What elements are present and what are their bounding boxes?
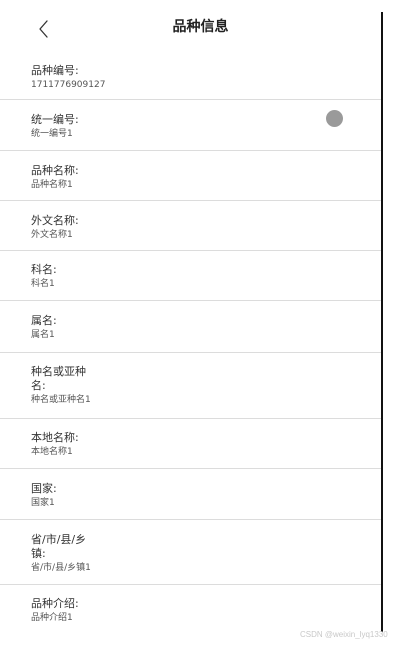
field-label: 科名: xyxy=(31,263,57,276)
field-row-family: 科名: 科名1 xyxy=(0,251,381,301)
field-row-country: 国家: 国家1 xyxy=(0,469,381,520)
field-value: 1711776909127 xyxy=(31,80,106,90)
field-value: 品种名称1 xyxy=(31,180,73,190)
field-value: 属名1 xyxy=(31,330,55,340)
field-label: 属名: xyxy=(31,314,57,327)
field-label: 品种编号: xyxy=(31,64,79,77)
field-row-region: 省/市/县/乡 镇: 省/市/县/乡镇1 xyxy=(0,520,381,585)
floating-dot-button[interactable] xyxy=(326,110,343,127)
field-value: 品种介绍1 xyxy=(31,613,73,623)
field-value: 国家1 xyxy=(31,498,55,508)
field-label: 统一编号: xyxy=(31,113,79,126)
field-label: 国家: xyxy=(31,482,57,495)
page-title: 品种信息 xyxy=(172,19,229,35)
header-bar: 品种信息 xyxy=(0,0,381,55)
field-row-local-name: 本地名称: 本地名称1 xyxy=(0,419,381,469)
field-value: 种名或亚种名1 xyxy=(31,395,91,405)
field-label: 品种介绍: xyxy=(31,597,79,610)
field-label: 本地名称: xyxy=(31,431,79,444)
field-row-genus: 属名: 属名1 xyxy=(0,301,381,353)
field-row-foreign-name: 外文名称: 外文名称1 xyxy=(0,201,381,251)
field-value: 省/市/县/乡镇1 xyxy=(31,563,91,573)
field-row-variety-name: 品种名称: 品种名称1 xyxy=(0,151,381,201)
field-value: 统一编号1 xyxy=(31,129,73,139)
screen-edge xyxy=(381,12,383,632)
page: 品种信息 品种编号: 1711776909127 统一编号: 统一编号1 品种名… xyxy=(0,0,410,647)
chevron-left-icon xyxy=(39,20,48,38)
field-value: 外文名称1 xyxy=(31,230,73,240)
field-list: 品种编号: 1711776909127 统一编号: 统一编号1 品种名称: 品种… xyxy=(0,55,381,632)
field-label: 省/市/县/乡 镇: xyxy=(31,533,87,560)
field-row-species: 种名或亚种 名: 种名或亚种名1 xyxy=(0,353,381,419)
phone-screen: 品种信息 品种编号: 1711776909127 统一编号: 统一编号1 品种名… xyxy=(0,0,381,632)
back-button[interactable] xyxy=(33,15,57,43)
field-value: 科名1 xyxy=(31,279,55,289)
field-label: 外文名称: xyxy=(31,214,79,227)
field-row-introduction: 品种介绍: 品种介绍1 xyxy=(0,585,381,632)
field-row-variety-id: 品种编号: 1711776909127 xyxy=(0,55,381,100)
field-label: 种名或亚种 名: xyxy=(31,365,86,392)
field-row-unified-id: 统一编号: 统一编号1 xyxy=(0,100,381,151)
field-label: 品种名称: xyxy=(31,164,79,177)
field-value: 本地名称1 xyxy=(31,447,73,457)
watermark: CSDN @weixin_lyq1330 xyxy=(300,630,388,639)
